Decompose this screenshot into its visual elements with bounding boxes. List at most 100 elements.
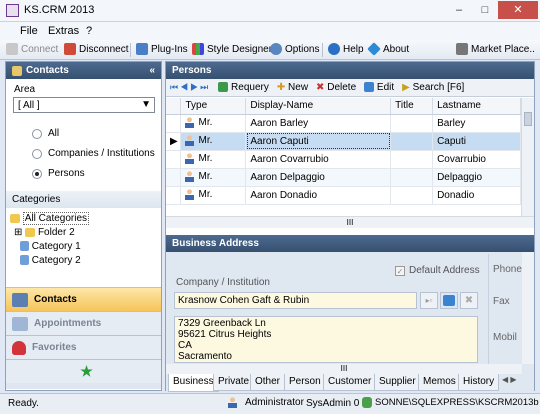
column-header-title[interactable]: Title bbox=[390, 98, 434, 115]
column-header-lastname[interactable]: Lastname bbox=[432, 98, 521, 115]
nav-contacts[interactable]: Contacts bbox=[6, 287, 161, 311]
edit-button[interactable]: Edit bbox=[364, 82, 394, 93]
menu-extras[interactable]: Extras bbox=[48, 25, 79, 37]
folder-icon bbox=[25, 227, 36, 237]
row-indicator bbox=[166, 168, 182, 187]
disconnect-button[interactable]: Disconnect bbox=[64, 43, 128, 55]
left-panel: Contacts « Area [ All ] ▼ All Companies … bbox=[5, 61, 162, 391]
row-indicator bbox=[166, 186, 182, 205]
tab-other[interactable]: Other bbox=[250, 374, 286, 391]
grid-header-row: Type Display-Name Title Lastname bbox=[166, 98, 521, 115]
new-button[interactable]: ✚ New bbox=[277, 82, 308, 93]
area-select[interactable]: [ All ] ▼ bbox=[13, 97, 155, 113]
menu-help[interactable]: ? bbox=[86, 25, 92, 37]
default-address-checkbox[interactable]: ✓ Default Address bbox=[395, 265, 480, 276]
tab-business[interactable]: Business bbox=[168, 374, 219, 392]
close-button[interactable]: ✕ bbox=[498, 1, 538, 19]
tab-supplier[interactable]: Supplier bbox=[374, 374, 421, 391]
search-button[interactable]: ▶ Search [F6] bbox=[402, 82, 464, 93]
help-button[interactable]: Help bbox=[328, 43, 364, 55]
title-cell bbox=[390, 114, 434, 133]
nav-appointments[interactable]: Appointments bbox=[6, 311, 161, 335]
clear-button[interactable]: ✖ bbox=[460, 292, 478, 309]
style-designer-button[interactable]: Style Designer bbox=[192, 43, 272, 55]
company-label: Company / Institution bbox=[176, 277, 270, 288]
area-label: Area bbox=[14, 84, 36, 95]
disconnect-icon bbox=[64, 43, 76, 55]
connect-button[interactable]: Connect bbox=[6, 43, 58, 55]
tree-item-category-2[interactable]: Category 2 bbox=[10, 254, 89, 268]
row-indicator bbox=[166, 150, 182, 169]
nav-favorites[interactable]: Favorites bbox=[6, 335, 161, 359]
main-toolbar: Connect Disconnect Plug-Ins Style Design… bbox=[0, 40, 540, 60]
tab-customer[interactable]: Customer bbox=[323, 374, 377, 391]
address-card-icon bbox=[443, 295, 455, 306]
record-nav-icon[interactable]: ⏮◀▶⏭ bbox=[170, 82, 210, 93]
tab-person[interactable]: Person bbox=[284, 374, 326, 391]
categories-header: Categories bbox=[6, 191, 161, 208]
minimize-button[interactable]: – bbox=[446, 1, 472, 19]
scroll-thumb[interactable] bbox=[524, 112, 532, 126]
table-row[interactable]: Mr. Aaron Delpaggio Delpaggio bbox=[166, 168, 521, 187]
radio-companies[interactable]: Companies / Institutions bbox=[32, 148, 155, 159]
radio-all[interactable]: All bbox=[32, 128, 59, 139]
address-card-button[interactable] bbox=[440, 292, 458, 309]
heart-icon bbox=[12, 340, 26, 355]
title-bar: KS.CRM 2013 – □ ✕ bbox=[0, 0, 540, 22]
market-place-button[interactable]: Market Place.. bbox=[456, 43, 535, 55]
status-user: Administrator bbox=[228, 397, 304, 408]
display-name-cell: Aaron Delpaggio bbox=[245, 168, 392, 187]
company-field[interactable]: Krasnow Cohen Gaft & Rubin bbox=[174, 292, 417, 309]
tab-scroll-arrows[interactable]: ◀ ▶ bbox=[502, 375, 517, 384]
contacts-icon bbox=[12, 65, 22, 76]
column-header-display-name[interactable]: Display-Name bbox=[245, 98, 392, 115]
column-header-type[interactable]: Type bbox=[180, 98, 247, 115]
address-field[interactable]: 7329 Greenback Ln 95621 Citrus Heights C… bbox=[174, 316, 478, 363]
contacts-icon bbox=[12, 292, 28, 307]
status-bar: Ready. Administrator SysAdmin 0 SONNE\SQ… bbox=[0, 393, 540, 414]
tab-memos[interactable]: Memos bbox=[418, 374, 461, 391]
maximize-button[interactable]: □ bbox=[472, 1, 498, 19]
options-button[interactable]: Options bbox=[270, 43, 319, 55]
collapse-icon[interactable]: « bbox=[149, 65, 155, 76]
toolbar-separator bbox=[130, 43, 131, 57]
table-row[interactable]: Mr. Aaron Barley Barley bbox=[166, 114, 521, 133]
palette-icon bbox=[192, 43, 204, 55]
table-row[interactable]: Mr. Aaron Covarrubio Covarrubio bbox=[166, 150, 521, 169]
form-vscrollbar[interactable] bbox=[522, 252, 534, 364]
menu-file[interactable]: File bbox=[20, 25, 38, 37]
tree-item-all-categories[interactable]: All Categories bbox=[10, 212, 90, 226]
help-icon bbox=[328, 43, 340, 55]
requery-button[interactable]: Requery bbox=[218, 82, 269, 93]
lastname-cell: Donadio bbox=[432, 186, 521, 205]
person-icon bbox=[185, 135, 195, 147]
display-name-cell: Aaron Caputi bbox=[245, 132, 392, 151]
table-row[interactable]: Mr. Aaron Donadio Donadio bbox=[166, 186, 521, 205]
info-icon bbox=[367, 42, 381, 56]
tree-item-category-1[interactable]: Category 1 bbox=[10, 240, 89, 254]
lookup-button[interactable]: ▸▫ bbox=[420, 292, 438, 309]
chevron-down-icon: ▼ bbox=[141, 99, 151, 110]
persons-vscrollbar[interactable] bbox=[521, 98, 534, 216]
type-cell: Mr. bbox=[180, 186, 247, 205]
status-sysadmin: SysAdmin 0 bbox=[306, 398, 360, 409]
radio-persons[interactable]: Persons bbox=[32, 168, 85, 179]
delete-icon: ✖ bbox=[316, 82, 325, 93]
plugins-button[interactable]: Plug-Ins bbox=[136, 43, 188, 55]
display-name-cell: Aaron Barley bbox=[245, 114, 392, 133]
person-icon bbox=[185, 171, 195, 183]
about-button[interactable]: About bbox=[367, 42, 409, 56]
table-row-selected[interactable]: ▶ Mr. Aaron Caputi Caputi bbox=[166, 132, 521, 151]
person-icon bbox=[185, 189, 195, 201]
persons-toolbar: ⏮◀▶⏭ Requery ✚ New ✖ Delete Edit ▶ Searc… bbox=[166, 79, 534, 97]
mobile-label: Mobil bbox=[493, 332, 517, 343]
tree-item-folder-2[interactable]: ⊞ Folder 2 bbox=[10, 226, 89, 240]
display-name-cell: Aaron Covarrubio bbox=[245, 150, 392, 169]
tab-private[interactable]: Private bbox=[213, 374, 255, 391]
tab-history[interactable]: History bbox=[458, 374, 500, 391]
categories-tree: All Categories ⊞ Folder 2 Category 1 Cat… bbox=[10, 212, 90, 268]
delete-button[interactable]: ✖ Delete bbox=[316, 82, 356, 93]
configure-nav-button[interactable]: ★ bbox=[6, 359, 161, 383]
persons-hscrollbar[interactable]: III bbox=[166, 216, 534, 228]
title-cell bbox=[390, 168, 434, 187]
